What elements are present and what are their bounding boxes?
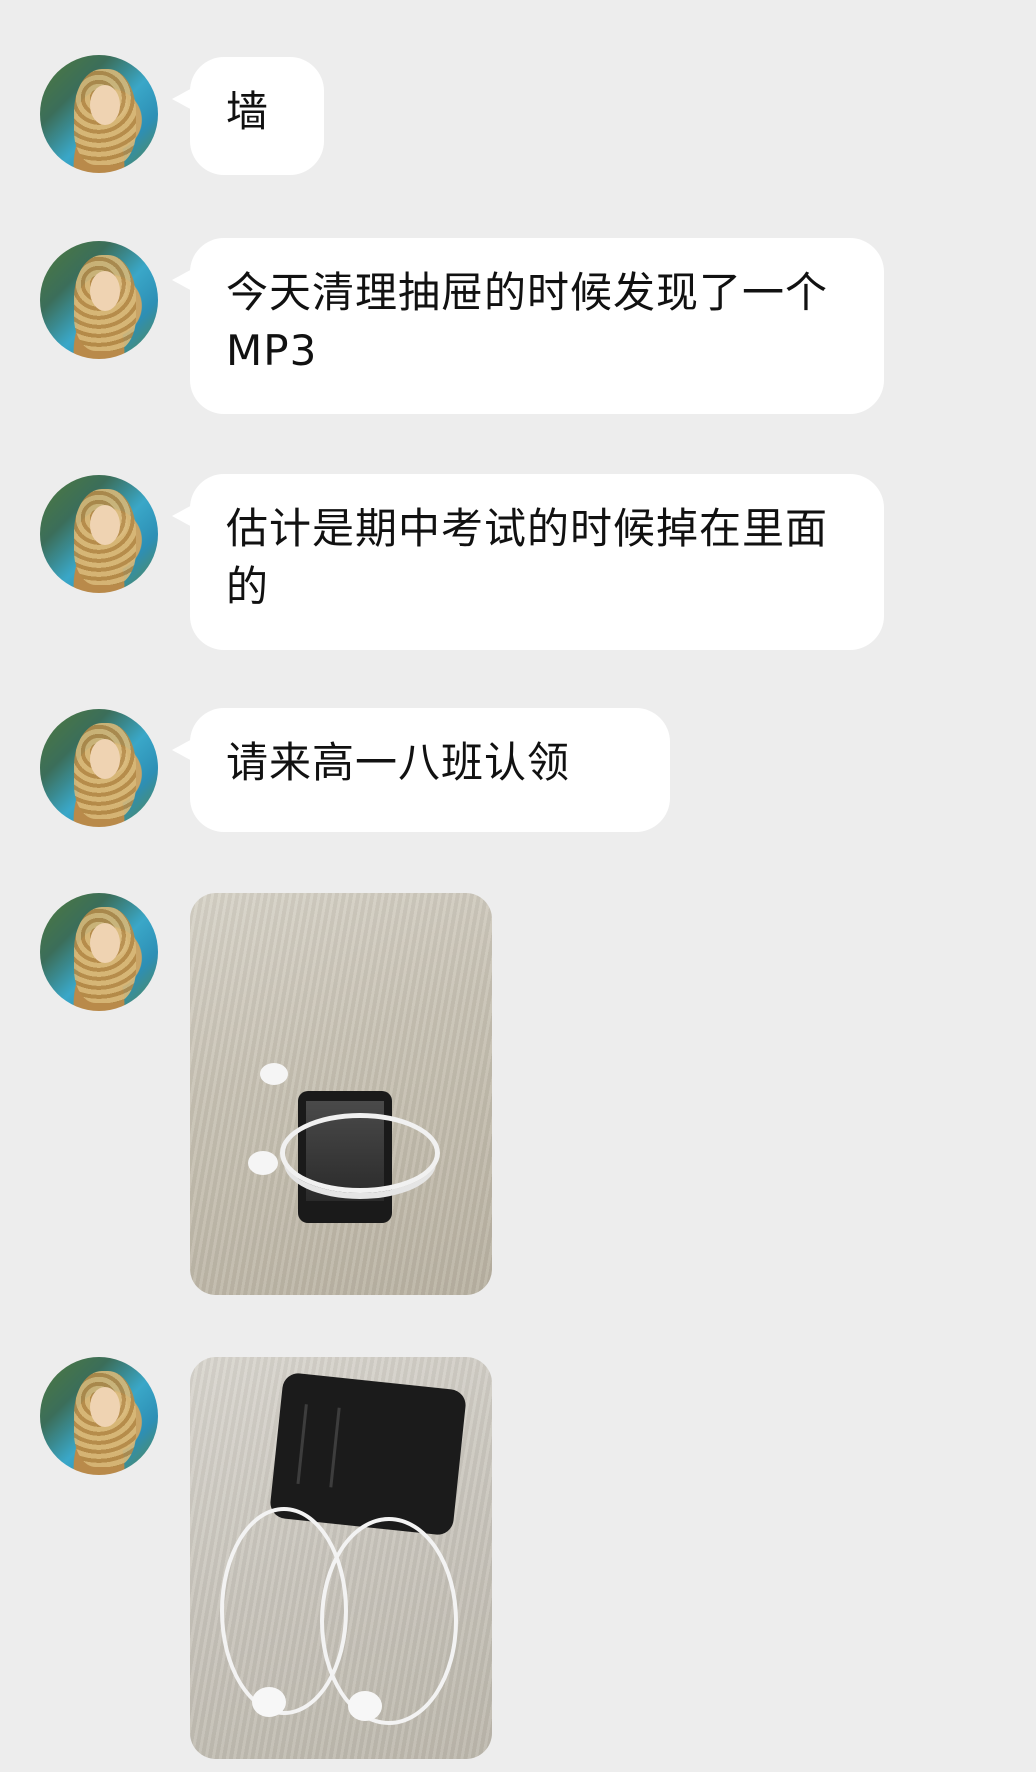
message-photo[interactable] xyxy=(190,1357,492,1759)
earbud xyxy=(248,1151,278,1175)
message-text: 今天清理抽屉的时候发现了一个MP3 xyxy=(226,268,829,375)
avatar-face xyxy=(90,923,120,963)
device-branding xyxy=(296,1404,341,1488)
sender-avatar[interactable] xyxy=(40,55,158,173)
avatar-face xyxy=(90,1387,120,1427)
avatar-face xyxy=(90,85,120,125)
sender-avatar[interactable] xyxy=(40,893,158,1011)
sender-avatar[interactable] xyxy=(40,241,158,359)
avatar-face xyxy=(90,271,120,311)
sender-avatar[interactable] xyxy=(40,475,158,593)
avatar-face xyxy=(90,739,120,779)
message-photo[interactable] xyxy=(190,893,492,1295)
earphone-cable xyxy=(320,1517,458,1725)
chat-window: 墙 今天清理抽屉的时候发现了一个MP3 估计是期中考试的时候掉在里面的 请来高一… xyxy=(0,0,1036,1772)
message-text: 估计是期中考试的时候掉在里面的 xyxy=(226,504,829,611)
earbud xyxy=(252,1687,286,1717)
avatar-face xyxy=(90,505,120,545)
message-bubble[interactable]: 请来高一八班认领 xyxy=(172,708,670,832)
message-bubble[interactable]: 今天清理抽屉的时候发现了一个MP3 xyxy=(172,238,884,414)
sender-avatar[interactable] xyxy=(40,709,158,827)
earphone-cable xyxy=(280,1113,440,1193)
earbud xyxy=(348,1691,382,1721)
message-bubble[interactable]: 墙 xyxy=(172,57,324,175)
earbud xyxy=(260,1063,288,1085)
message-text: 请来高一八班认领 xyxy=(226,738,571,787)
sender-avatar[interactable] xyxy=(40,1357,158,1475)
message-bubble[interactable]: 估计是期中考试的时候掉在里面的 xyxy=(172,474,884,650)
message-text: 墙 xyxy=(226,87,270,136)
